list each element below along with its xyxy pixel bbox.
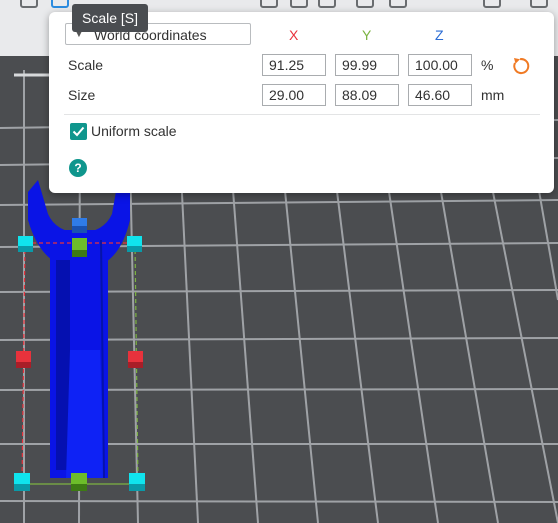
- toolbar-icon[interactable]: [356, 0, 374, 8]
- reset-icon[interactable]: [511, 56, 531, 76]
- uniform-scale-label[interactable]: Uniform scale: [91, 123, 177, 139]
- size-y-input[interactable]: 88.09: [335, 84, 399, 106]
- check-icon: [72, 126, 85, 137]
- toolbar-icon[interactable]: [389, 0, 407, 8]
- uniform-scale-checkbox[interactable]: [70, 123, 87, 140]
- scale-panel: ▼ World coordinates X Y Z Scale 91.25 99…: [49, 12, 554, 193]
- toolbar-icon[interactable]: [530, 0, 548, 8]
- divider: [64, 114, 540, 115]
- scale-unit: %: [481, 57, 494, 73]
- size-unit: mm: [481, 87, 505, 103]
- axis-z-header: Z: [435, 27, 444, 43]
- tooltip: Scale [S]: [72, 4, 148, 32]
- size-z-input[interactable]: 46.60: [408, 84, 472, 106]
- toolbar-icon[interactable]: [20, 0, 38, 8]
- size-label: Size: [68, 87, 96, 103]
- toolbar-icon[interactable]: [260, 0, 278, 8]
- toolbar-icon[interactable]: [318, 0, 336, 8]
- scale-label: Scale: [68, 57, 104, 73]
- toolbar-icon-active[interactable]: [51, 0, 69, 8]
- toolbar-icon[interactable]: [290, 0, 308, 8]
- help-icon[interactable]: ?: [69, 159, 87, 177]
- axis-y-header: Y: [362, 27, 372, 43]
- scale-z-input[interactable]: 100.00: [408, 54, 472, 76]
- scale-y-input[interactable]: 99.99: [335, 54, 399, 76]
- axis-x-header: X: [289, 27, 299, 43]
- scale-x-input[interactable]: 91.25: [262, 54, 326, 76]
- toolbar-icon[interactable]: [483, 0, 501, 8]
- size-x-input[interactable]: 29.00: [262, 84, 326, 106]
